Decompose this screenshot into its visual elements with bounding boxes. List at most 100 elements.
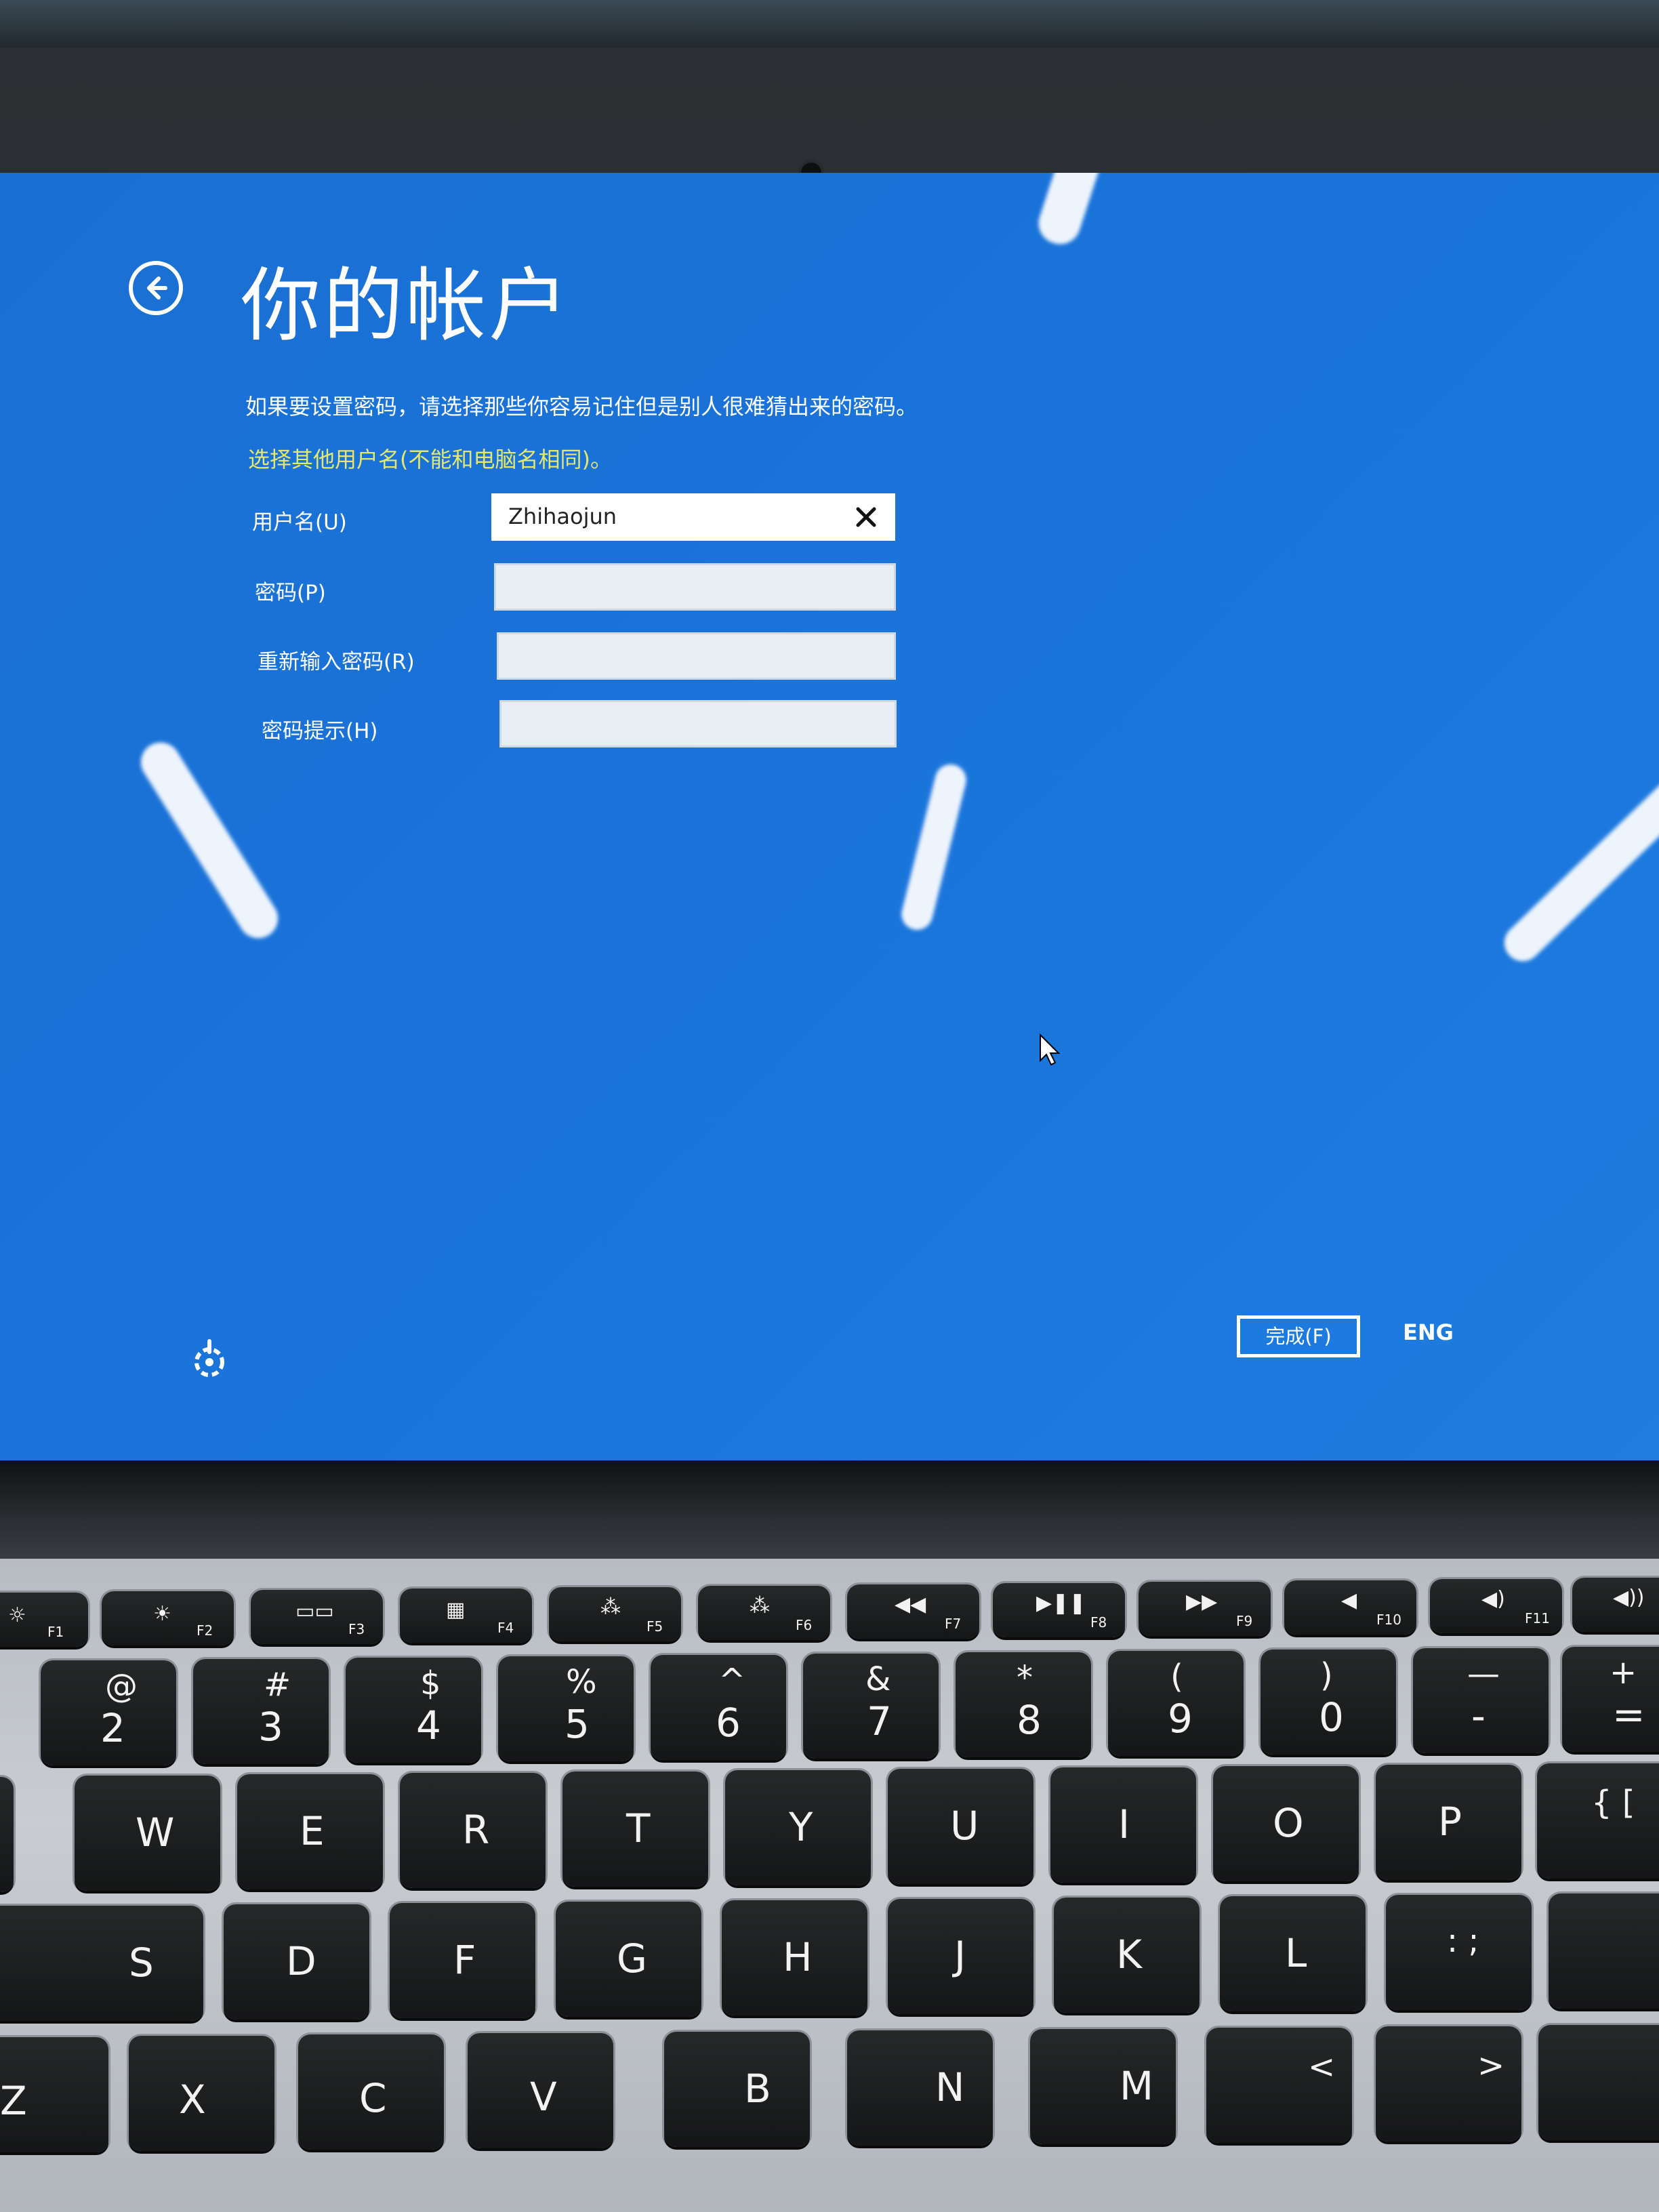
page-title: 你的帐户 [241,259,572,352]
key-shift-label: % [566,1663,597,1701]
key-f1[interactable]: ☼ F1 [0,1593,88,1647]
key-s[interactable]: S [0,1906,203,2021]
finish-button[interactable]: 完成(F) [1237,1315,1360,1357]
key-f10[interactable]: ◀ F10 [1284,1580,1416,1635]
password-hint-field[interactable] [499,700,897,747]
key-i[interactable]: I [1050,1767,1196,1883]
key-icon: ☼ [8,1603,26,1627]
key-f3[interactable]: ▭▭ F3 [251,1590,383,1644]
password-field[interactable] [494,563,896,611]
key-label: G [617,1936,647,1982]
key-7[interactable]: & 7 [803,1654,939,1759]
key-c[interactable]: C [298,2034,444,2150]
key-d[interactable]: D [224,1904,369,2020]
key-label: < [1308,2048,1336,2086]
back-button[interactable] [129,261,183,315]
key-label: : ; [1447,1922,1479,1960]
username-label: 用户名(U) [252,510,347,535]
oobe-account-screen: 你的帐户 如果要设置密码，请选择那些你容易记住但是别人很难猜出来的密码。 选择其… [0,173,1659,1460]
key-label: { [ [1591,1784,1635,1822]
key-4[interactable]: $ 4 [346,1658,481,1763]
password-confirm-field[interactable] [497,632,896,680]
password-label: 密码(P) [255,581,326,605]
key-r[interactable]: R [400,1773,546,1888]
key-y[interactable]: Y [725,1770,871,1885]
back-arrow-icon [147,276,167,300]
key-shift-label: ) [1320,1656,1333,1694]
key-x[interactable]: X [129,2036,274,2151]
key-f6[interactable]: ⁂ F6 [698,1586,830,1640]
language-indicator[interactable]: ENG [1403,1319,1454,1345]
key-b[interactable]: B [664,2032,810,2147]
key-f11[interactable]: ◀) F11 [1430,1579,1562,1633]
key-shift-label: # [264,1666,291,1704]
key-9[interactable]: ( 9 [1108,1651,1244,1756]
key-semicolon[interactable]: : ; [1386,1895,1532,2010]
key-minus[interactable]: — - [1413,1648,1549,1753]
key-slash[interactable] [1538,2025,1659,2140]
password-confirm-label: 重新输入密码(R) [258,650,415,674]
key-z[interactable]: Z [0,2037,108,2152]
key-shift-label: ^ [718,1662,746,1700]
key-icon: ▶▶ [1186,1590,1218,1614]
key-quote[interactable] [1549,1893,1659,2009]
key-e[interactable]: E [237,1774,383,1889]
key-f[interactable]: F [390,1903,535,2018]
key-j[interactable]: J [888,1899,1033,2014]
key-label: 3 [258,1704,283,1750]
key-l[interactable]: L [1220,1896,1366,2011]
key-label: X [179,2076,206,2123]
key-o[interactable]: O [1213,1766,1359,1881]
key-equals[interactable]: + = [1562,1647,1659,1752]
key-f2[interactable]: ☀ F2 [102,1591,234,1645]
key-fn-label: F10 [1376,1612,1401,1628]
key-label: K [1116,1931,1143,1978]
key-v[interactable]: V [468,2033,613,2148]
key-shift-label: $ [420,1664,441,1702]
key-t[interactable]: T [562,1771,708,1887]
key-f5[interactable]: ⁂ F5 [549,1587,681,1641]
username-field[interactable]: Zhihaojun [491,493,895,541]
key-m[interactable]: M [1030,2029,1176,2144]
key-label: > [1477,2047,1505,2085]
key-fn-label: F2 [197,1622,213,1639]
key-f8[interactable]: ▶❚❚ F8 [993,1583,1125,1637]
key-icon: ⁂ [750,1594,770,1618]
key-8[interactable]: * 8 [956,1652,1091,1757]
key-label: I [1118,1801,1130,1847]
key-2[interactable]: @ 2 [41,1660,176,1765]
key-p[interactable]: P [1376,1765,1521,1880]
key-0[interactable]: ) 0 [1261,1650,1396,1755]
key-f7[interactable]: ◀◀ F7 [847,1584,979,1639]
key-6[interactable]: ^ 6 [651,1655,786,1760]
key-f4[interactable]: ▦ F4 [400,1589,532,1643]
key-f9[interactable]: ▶▶ F9 [1139,1582,1271,1636]
key-q[interactable] [0,1777,14,1892]
key-label: E [300,1808,325,1854]
key-fn-label: F3 [348,1621,365,1637]
key-period[interactable]: > [1376,2026,1521,2142]
key-n[interactable]: N [847,2030,993,2146]
key-3[interactable]: # 3 [193,1659,329,1764]
key-label: P [1438,1799,1462,1845]
key-label: H [783,1934,813,1980]
clear-icon[interactable] [851,502,881,532]
key-h[interactable]: H [722,1900,867,2015]
key-shift-label: @ [105,1667,138,1705]
key-g[interactable]: G [556,1902,701,2017]
ease-of-access-icon[interactable] [188,1338,230,1380]
key-comma[interactable]: < [1206,2028,1352,2143]
screen-reflection [133,735,286,946]
key-u[interactable]: U [888,1769,1033,1884]
laptop-hinge [0,1460,1659,1569]
laptop-keyboard-deck: ☼ F1 ☀ F2 ▭▭ F3 ▦ F4 ⁂ F5 ⁂ F6 ◀◀ F7 ▶❚❚… [0,1559,1659,2212]
key-icon: ◀ [1341,1589,1357,1612]
key-label: F [453,1937,476,1983]
key-label: O [1273,1800,1304,1846]
key-fn-label: F1 [47,1624,64,1640]
key-k[interactable]: K [1054,1898,1200,2013]
key-w[interactable]: W [75,1776,220,1891]
key-bracket[interactable]: { [ [1537,1763,1659,1879]
key-f12[interactable]: ◀)) [1572,1578,1659,1632]
key-5[interactable]: % 5 [498,1656,634,1761]
